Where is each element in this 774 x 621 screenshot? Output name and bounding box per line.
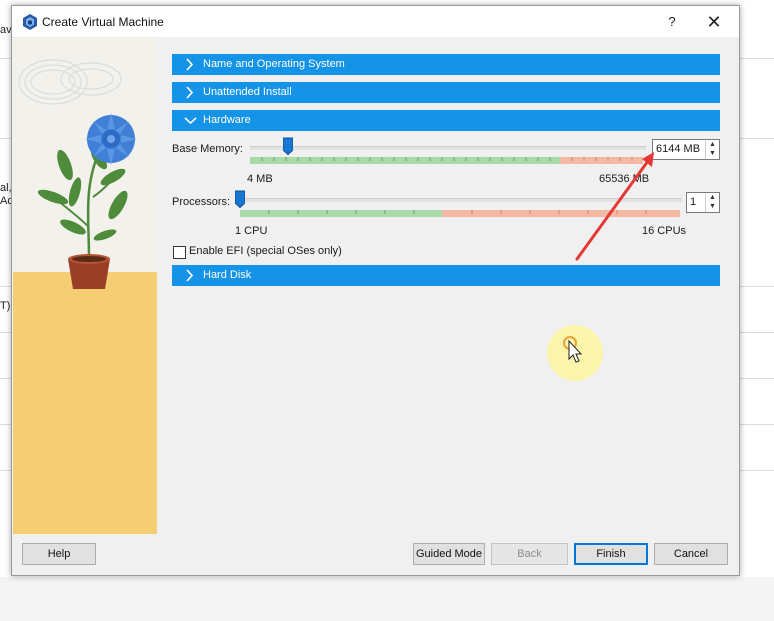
- spin-arrows: ▲ ▼: [705, 193, 719, 212]
- window-title: Create Virtual Machine: [42, 15, 164, 29]
- finish-button[interactable]: Finish: [574, 543, 648, 565]
- virtualbox-icon: [23, 14, 37, 30]
- chevron-right-icon: [186, 58, 194, 71]
- section-hardware[interactable]: Hardware: [172, 110, 720, 131]
- section-label: Hard Disk: [203, 269, 252, 281]
- processors-slider-handle[interactable]: [235, 190, 245, 208]
- processors-spinbox[interactable]: 1 ▲ ▼: [686, 192, 720, 213]
- section-name-and-os[interactable]: Name and Operating System: [172, 54, 720, 75]
- spin-arrows: ▲ ▼: [705, 140, 719, 159]
- background-text: al,: [0, 182, 12, 194]
- create-vm-dialog: Create Virtual Machine ? ✕ Name and Oper…: [11, 5, 740, 576]
- chevron-right-icon: [186, 86, 194, 99]
- spin-up-icon[interactable]: ▲: [706, 140, 719, 149]
- mouse-cursor-icon: [563, 336, 583, 363]
- back-button[interactable]: Back: [491, 543, 568, 565]
- background-text: T): [0, 300, 11, 312]
- base-memory-min-label: 4 MB: [247, 173, 273, 185]
- guided-mode-button[interactable]: Guided Mode: [413, 543, 485, 565]
- spin-down-icon[interactable]: ▼: [706, 149, 719, 158]
- context-help-button[interactable]: ?: [662, 12, 682, 32]
- close-button[interactable]: ✕: [702, 10, 726, 34]
- section-label: Hardware: [203, 114, 251, 126]
- chevron-right-icon: [186, 269, 194, 282]
- annotation-arrow: [575, 152, 654, 261]
- background-footer: [0, 577, 774, 621]
- base-memory-slider-handle[interactable]: [283, 137, 293, 155]
- help-button[interactable]: Help: [22, 543, 96, 565]
- section-unattended-install[interactable]: Unattended Install: [172, 82, 720, 103]
- wizard-illustration: [13, 37, 157, 534]
- base-memory-label: Base Memory:: [172, 143, 243, 155]
- processors-value: 1: [690, 196, 697, 208]
- processors-label: Processors:: [172, 196, 231, 208]
- cancel-button[interactable]: Cancel: [654, 543, 728, 565]
- processors-min-label: 1 CPU: [235, 225, 268, 237]
- title-bar: Create Virtual Machine ? ✕: [12, 6, 739, 37]
- enable-efi-label[interactable]: Enable EFI (special OSes only): [189, 245, 342, 257]
- spin-down-icon[interactable]: ▼: [706, 202, 719, 211]
- chevron-down-icon: [184, 117, 197, 125]
- spin-up-icon[interactable]: ▲: [706, 193, 719, 202]
- flower-pot-illustration: [13, 37, 157, 534]
- section-label: Name and Operating System: [203, 58, 345, 70]
- enable-efi-checkbox[interactable]: [173, 246, 186, 259]
- section-label: Unattended Install: [203, 86, 292, 98]
